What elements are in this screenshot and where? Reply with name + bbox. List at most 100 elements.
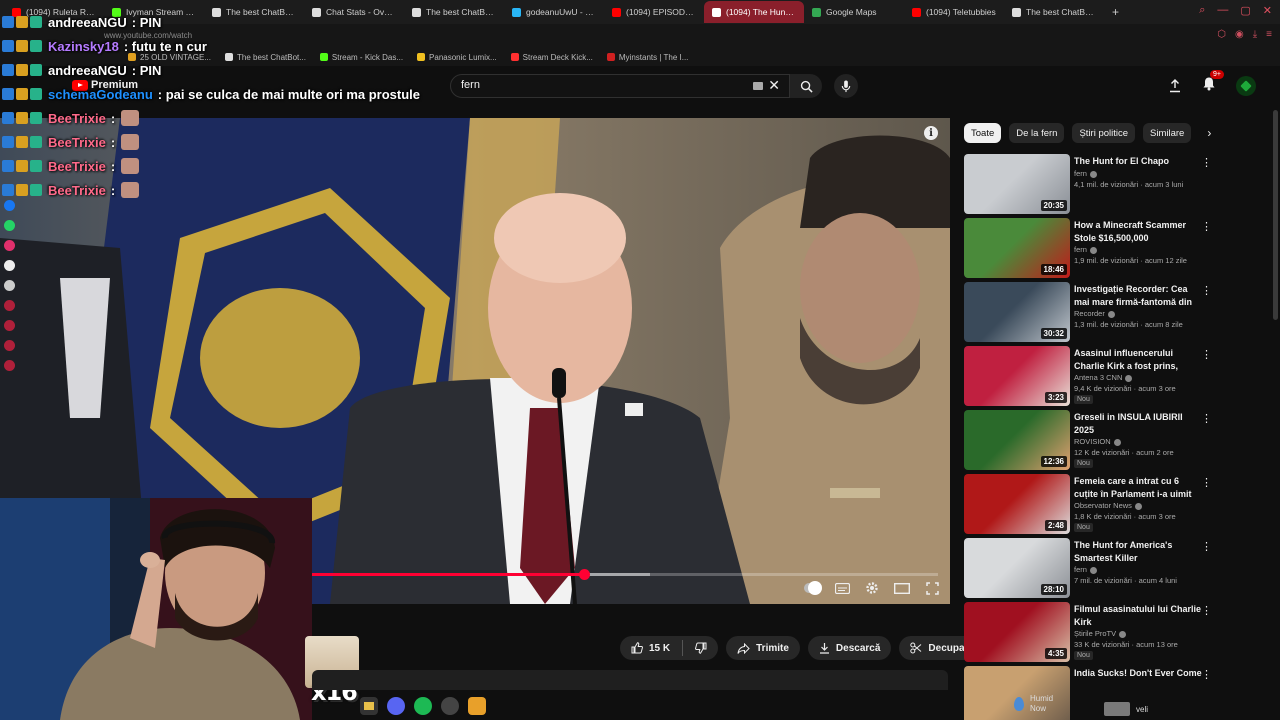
info-button[interactable]: i [924, 126, 938, 140]
bookmark-item[interactable]: Panasonic Lumix... [417, 53, 497, 62]
channel-name[interactable]: fern [1074, 245, 1097, 254]
bookmark-item[interactable]: Myinstants | The I... [606, 53, 688, 62]
video-title[interactable]: Greseli in INSULA IUBIRII 2025 [1074, 411, 1202, 436]
search-button[interactable] [790, 74, 822, 98]
video-title[interactable]: The Hunt for El Chapo [1074, 155, 1202, 168]
profile-icon[interactable]: ◉ [1235, 29, 1244, 40]
theater-mode-button[interactable] [894, 580, 910, 596]
more-options-icon[interactable]: ⋮ [1201, 604, 1212, 617]
fullscreen-button[interactable] [924, 580, 940, 596]
keyboard-icon[interactable] [753, 82, 763, 90]
video-thumbnail[interactable]: 28:10 [964, 538, 1070, 598]
whatsapp-icon[interactable] [4, 220, 15, 231]
channel-name[interactable]: Știrile ProTV [1074, 629, 1127, 638]
video-title[interactable]: Filmul asasinatului lui Charlie Kirk [1074, 603, 1202, 628]
bookmark-item[interactable]: Stream Deck Kick... [510, 53, 593, 62]
video-thumbnail[interactable]: 4:35 [964, 602, 1070, 662]
clock-icon[interactable] [4, 320, 15, 331]
bulb-icon[interactable] [4, 340, 15, 351]
minimize-button[interactable]: — [1217, 4, 1228, 17]
filter-chip[interactable]: Știri politice [1072, 123, 1136, 143]
tiktok-icon[interactable] [4, 260, 15, 271]
progress-bar[interactable] [312, 569, 938, 580]
download-icon[interactable]: ⤓ [1253, 29, 1257, 40]
filter-chip[interactable]: Toate [964, 123, 1002, 143]
x-icon[interactable] [4, 280, 15, 291]
more-options-icon[interactable]: ⋮ [1201, 476, 1212, 489]
video-title[interactable]: How a Minecraft Scammer Stole $16,500,00… [1074, 219, 1202, 244]
instagram-icon[interactable] [4, 240, 15, 251]
more-options-icon[interactable]: ⋮ [1201, 284, 1212, 297]
video-thumbnail[interactable]: 30:32 [964, 282, 1070, 342]
channel-name[interactable]: Recorder [1074, 309, 1115, 318]
obs-icon[interactable] [441, 697, 459, 715]
settings-side-icon[interactable] [4, 360, 15, 371]
close-window-button[interactable]: ✕ [1263, 4, 1272, 17]
video-title[interactable]: Asasinul influencerului Charlie Kirk a f… [1074, 347, 1202, 373]
weather-widget[interactable]: Humid Now [1014, 694, 1053, 714]
settings-button[interactable] [864, 580, 880, 596]
recommended-video[interactable]: 4:35 Filmul asasinatului lui Charlie Kirk… [964, 600, 1220, 664]
recommended-video[interactable]: 20:35 The Hunt for El Chapo fern 4,1 mil. d… [964, 152, 1220, 216]
video-title[interactable]: India Sucks! Don't Ever Come [1074, 667, 1202, 680]
channel-name[interactable]: fern [1074, 565, 1097, 574]
tray-notification[interactable]: veli [1104, 702, 1148, 716]
browser-tab[interactable]: godeanuUwU - 7TV [504, 1, 604, 23]
extension-icon[interactable]: ⬡ [1217, 29, 1226, 40]
video-thumbnail[interactable]: 20:35 [964, 154, 1070, 214]
browser-tab[interactable]: (1094) EPISODE 183 [604, 1, 704, 23]
file-explorer-icon[interactable] [360, 697, 378, 715]
search-input[interactable] [461, 79, 741, 91]
channel-name[interactable]: fern [1074, 169, 1097, 178]
thumbs-down-icon[interactable] [695, 642, 707, 654]
recommended-video[interactable]: 18:46 How a Minecraft Scammer Stole $16,5… [964, 216, 1220, 280]
discord-icon[interactable] [387, 697, 405, 715]
recommended-video[interactable]: 30:32 Investigație Recorder: Cea mai mare… [964, 280, 1220, 344]
spotify-icon[interactable] [414, 697, 432, 715]
recommended-video[interactable]: 2:48 Femeia care a intrat cu 6 cuțite în … [964, 472, 1220, 536]
browser-tab[interactable]: Google Maps [804, 1, 904, 23]
recommended-video[interactable]: 12:36 Greseli in INSULA IUBIRII 2025 ROVIS… [964, 408, 1220, 472]
new-tab-button[interactable]: + [1104, 5, 1127, 19]
more-options-icon[interactable]: ⋮ [1201, 412, 1212, 425]
video-thumbnail[interactable]: 3:23 [964, 346, 1070, 406]
video-title[interactable]: The Hunt for America's Smartest Killer [1074, 539, 1202, 564]
like-button[interactable]: 15 K [631, 642, 670, 654]
recommended-video[interactable]: India Sucks! Don't Ever Come ⋮ [964, 664, 1220, 720]
video-thumbnail[interactable]: 2:48 [964, 474, 1070, 534]
video-thumbnail[interactable]: 18:46 [964, 218, 1070, 278]
rockstar-icon[interactable] [468, 697, 486, 715]
filter-chip[interactable]: De la fern [1009, 123, 1065, 143]
browser-tab[interactable]: The best ChatBot and [404, 1, 504, 23]
channel-name[interactable]: Observator News [1074, 501, 1142, 510]
menu-icon[interactable]: ≡ [1266, 29, 1272, 40]
subtitles-button[interactable] [834, 580, 850, 596]
clear-search-icon[interactable]: ✕ [768, 77, 780, 94]
description-box[interactable] [312, 670, 948, 690]
channel-name[interactable]: Antena 3 CNN [1074, 373, 1133, 382]
more-options-icon[interactable]: ⋮ [1201, 156, 1212, 169]
channel-name[interactable]: ROVISION [1074, 437, 1121, 446]
more-options-icon[interactable]: ⋮ [1201, 220, 1212, 233]
browser-tab[interactable]: (1094) Teletubbies [904, 1, 1004, 23]
recommended-video[interactable]: 28:10 The Hunt for America's Smartest Kil… [964, 536, 1220, 600]
download-button[interactable]: Descarcă [807, 636, 892, 660]
video-thumbnail[interactable]: 12:36 [964, 410, 1070, 470]
share-button[interactable]: Trimite [726, 636, 800, 660]
recommended-video[interactable]: 3:23 Asasinul influencerului Charlie Kirk… [964, 344, 1220, 408]
more-options-icon[interactable]: ⋮ [1201, 348, 1212, 361]
history-icon[interactable] [4, 300, 15, 311]
browser-tab[interactable]: (1094) The Hunt for the C [704, 1, 804, 23]
upload-icon[interactable] [1168, 79, 1182, 93]
more-options-icon[interactable]: ⋮ [1201, 668, 1212, 681]
page-scrollbar[interactable] [1273, 110, 1278, 320]
search-tabs-icon[interactable]: ⌕ [1199, 4, 1205, 17]
autoplay-toggle[interactable] [804, 580, 822, 596]
video-title[interactable]: Investigație Recorder: Cea mai mare firm… [1074, 283, 1202, 309]
maximize-button[interactable]: ▢ [1240, 4, 1250, 17]
video-title[interactable]: Femeia care a intrat cu 6 cuțite în Parl… [1074, 475, 1202, 501]
account-avatar[interactable] [1236, 76, 1256, 96]
browser-tab[interactable]: The best ChatBot and [1004, 1, 1104, 23]
chips-next-icon[interactable]: › [1207, 126, 1211, 140]
notifications-button[interactable]: 9+ [1202, 70, 1224, 96]
